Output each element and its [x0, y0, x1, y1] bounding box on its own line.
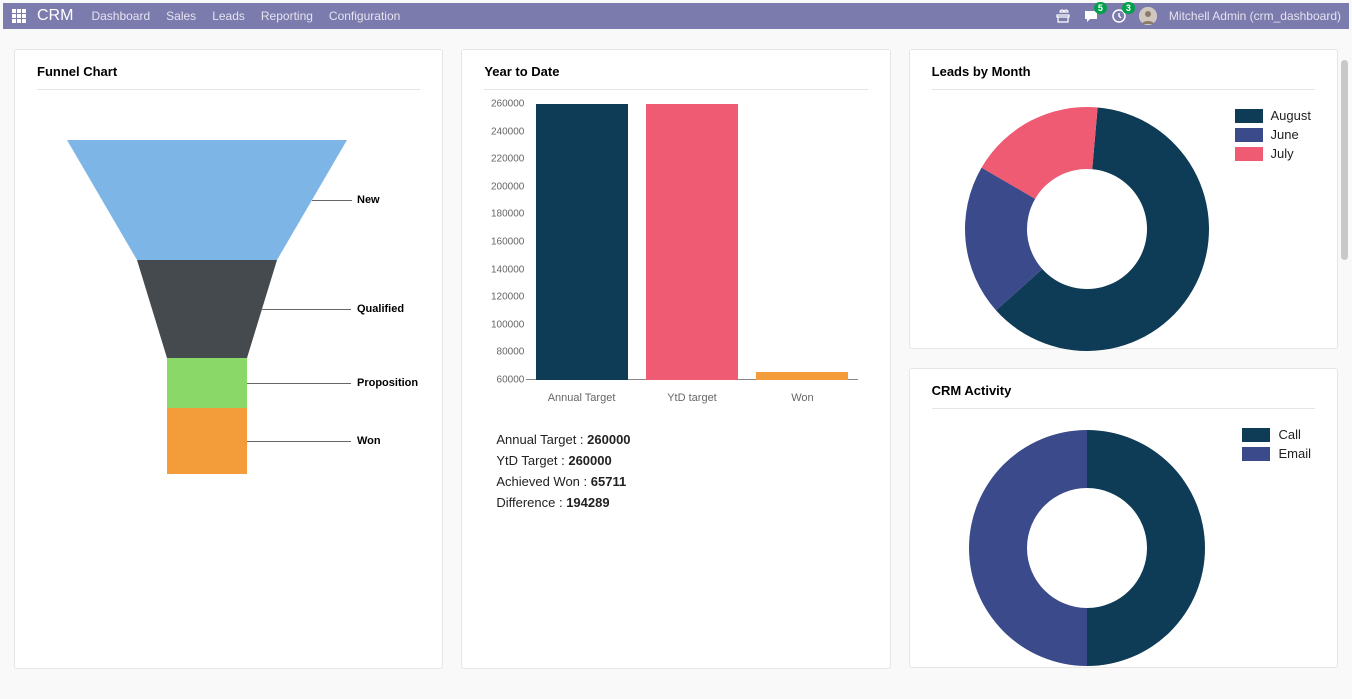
x-label: YtD target — [646, 392, 738, 404]
y-tick: 260000 — [484, 99, 524, 110]
brand[interactable]: CRM — [37, 7, 73, 25]
activity-title: CRM Activity — [932, 383, 1315, 409]
legend-item-june[interactable]: June — [1235, 127, 1311, 142]
stat-diff-value: 194289 — [566, 495, 609, 510]
activity-donut-chart — [962, 423, 1212, 673]
y-tick: 60000 — [484, 375, 524, 386]
activities-badge: 3 — [1122, 2, 1135, 14]
y-tick: 180000 — [484, 209, 524, 220]
legend-item-july[interactable]: July — [1235, 146, 1311, 161]
legend-label: Call — [1278, 427, 1300, 442]
username[interactable]: Mitchell Admin (crm_dashboard) — [1169, 9, 1341, 23]
funnel-card: Funnel Chart New Qualified Proposition W… — [14, 49, 443, 669]
legend-label: August — [1271, 108, 1311, 123]
x-label: Annual Target — [536, 392, 628, 404]
stat-annual-value: 260000 — [587, 432, 630, 447]
funnel-label-won: Won — [357, 435, 381, 447]
stat-won-value: 65711 — [591, 474, 626, 489]
y-tick: 240000 — [484, 126, 524, 137]
scrollbar[interactable] — [1341, 60, 1348, 260]
legend-item-call[interactable]: Call — [1242, 427, 1311, 442]
activity-legend: Call Email — [1242, 427, 1311, 673]
nav-link-dashboard[interactable]: Dashboard — [91, 9, 150, 23]
funnel-title: Funnel Chart — [37, 64, 420, 90]
bar-ytd-target — [646, 104, 738, 380]
legend-label: Email — [1278, 446, 1311, 461]
x-label: Won — [756, 392, 848, 404]
legend-item-august[interactable]: August — [1235, 108, 1311, 123]
navbar: CRM Dashboard Sales Leads Reporting Conf… — [3, 3, 1349, 29]
y-tick: 120000 — [484, 292, 524, 303]
y-tick: 80000 — [484, 347, 524, 358]
stat-ytd-label: YtD Target : — [496, 453, 568, 468]
legend-label: July — [1271, 146, 1294, 161]
nav-links: Dashboard Sales Leads Reporting Configur… — [91, 9, 400, 23]
donut-slice-email — [969, 430, 1087, 666]
funnel-label-proposition: Proposition — [357, 377, 418, 389]
activity-card: CRM Activity Call Email — [909, 368, 1338, 668]
nav-link-leads[interactable]: Leads — [212, 9, 245, 23]
stat-ytd-value: 260000 — [568, 453, 611, 468]
nav-link-sales[interactable]: Sales — [166, 9, 196, 23]
ytd-title: Year to Date — [484, 64, 867, 90]
legend-swatch — [1242, 428, 1270, 442]
funnel-label-qualified: Qualified — [357, 303, 404, 315]
legend-swatch — [1235, 109, 1263, 123]
activities-icon[interactable]: 3 — [1111, 8, 1127, 24]
donut-slice-call — [1087, 430, 1205, 666]
nav-link-configuration[interactable]: Configuration — [329, 9, 400, 23]
leads-title: Leads by Month — [932, 64, 1315, 90]
ytd-card: Year to Date Annual TargetYtD targetWon … — [461, 49, 890, 669]
legend-swatch — [1235, 128, 1263, 142]
messages-badge: 5 — [1094, 2, 1107, 14]
bar-annual-target — [536, 104, 628, 380]
ytd-stats: Annual Target : 260000 YtD Target : 2600… — [496, 432, 867, 510]
leads-legend: August June July — [1235, 108, 1311, 354]
y-tick: 220000 — [484, 154, 524, 165]
gift-icon[interactable] — [1055, 8, 1071, 24]
y-tick: 100000 — [484, 319, 524, 330]
messages-icon[interactable]: 5 — [1083, 8, 1099, 24]
leads-donut-chart — [962, 104, 1212, 354]
y-tick: 200000 — [484, 181, 524, 192]
stat-diff-label: Difference : — [496, 495, 566, 510]
legend-item-email[interactable]: Email — [1242, 446, 1311, 461]
dashboard: Funnel Chart New Qualified Proposition W… — [0, 29, 1352, 689]
y-tick: 160000 — [484, 237, 524, 248]
funnel-label-new: New — [357, 194, 380, 206]
stat-annual-label: Annual Target : — [496, 432, 587, 447]
stat-won-label: Achieved Won : — [496, 474, 590, 489]
apps-icon[interactable] — [11, 8, 27, 24]
legend-label: June — [1271, 127, 1299, 142]
leads-card: Leads by Month August June July — [909, 49, 1338, 349]
funnel-chart: New Qualified Proposition Won — [37, 140, 420, 560]
y-tick: 140000 — [484, 264, 524, 275]
legend-swatch — [1235, 147, 1263, 161]
legend-swatch — [1242, 447, 1270, 461]
bar-won — [756, 372, 848, 380]
avatar[interactable] — [1139, 7, 1157, 25]
nav-link-reporting[interactable]: Reporting — [261, 9, 313, 23]
ytd-bar-chart: Annual TargetYtD targetWon 6000080000100… — [526, 104, 857, 404]
nav-right: 5 3 Mitchell Admin (crm_dashboard) — [1055, 7, 1341, 25]
